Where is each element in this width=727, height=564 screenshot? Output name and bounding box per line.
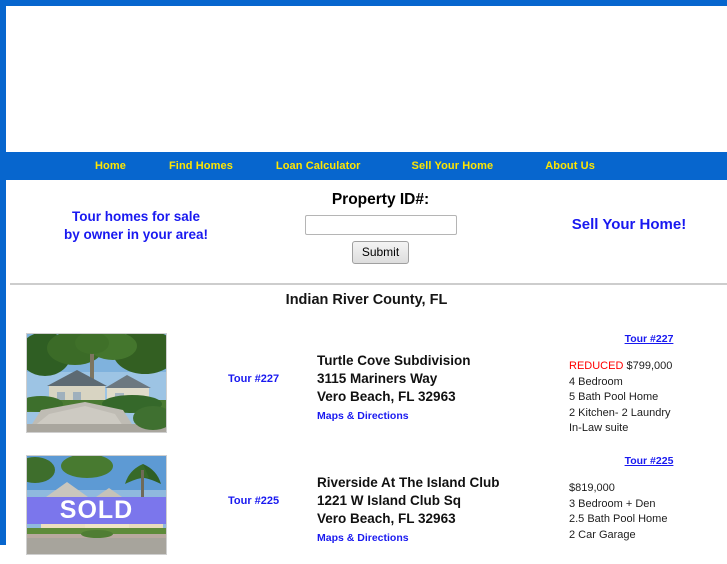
reduced-badge: REDUCED	[569, 360, 624, 372]
listing-row[interactable]: SOLD Tour #225 Riverside At The Island C…	[6, 442, 727, 564]
promo-tagline-line1: Tour homes for sale	[71, 209, 201, 224]
main-navigation: Home Find Homes Loan Calculator Sell You…	[0, 152, 727, 180]
nav-item-find-homes[interactable]: Find Homes	[169, 160, 233, 172]
promo-tagline-left: Tour homes for sale by owner in your are…	[36, 208, 236, 244]
listing-spec: In-Law suite	[569, 422, 629, 434]
listing-price-row: REDUCED $799,000	[569, 359, 727, 375]
listing-detail-column: Tour #227 REDUCED $799,000 4 Bedroom 5 B…	[569, 333, 727, 437]
listing-subdivision: Turtle Cove Subdivision	[317, 353, 471, 368]
listing-row[interactable]: Tour #227 Turtle Cove Subdivision 3115 M…	[6, 320, 727, 442]
listing-street: 1221 W Island Club Sq	[317, 493, 462, 508]
listing-spec: 5 Bath Pool Home	[569, 391, 659, 403]
section-divider	[10, 283, 727, 285]
listing-tour-number-top[interactable]: Tour #227	[569, 333, 727, 345]
listing-subdivision: Riverside At The Island Club	[317, 475, 500, 490]
county-heading: Indian River County, FL	[285, 292, 448, 308]
site-banner	[6, 6, 727, 152]
listing-photo[interactable]	[26, 333, 167, 433]
listing-spec: 2.5 Bath Pool Home	[569, 513, 668, 525]
listing-city-state-zip: Vero Beach, FL 32963	[317, 389, 456, 404]
house-photo-image	[27, 334, 166, 432]
listing-street: 3115 Mariners Way	[317, 371, 438, 386]
listing-spec: 2 Kitchen- 2 Laundry	[569, 406, 671, 419]
listing-city-state-zip: Vero Beach, FL 32963	[317, 511, 456, 526]
nav-item-about-us[interactable]: About Us	[545, 160, 595, 172]
listing-address-block: Turtle Cove Subdivision 3115 Mariners Wa…	[317, 352, 547, 424]
submit-row: Submit	[258, 235, 503, 264]
property-id-search: Property ID#: Submit	[258, 191, 503, 264]
listing-spec: 3 Bedroom + Den	[569, 497, 656, 510]
nav-items-container: Home Find Homes Loan Calculator Sell You…	[95, 152, 595, 180]
sold-label: SOLD	[59, 495, 134, 524]
listing-tour-number-middle[interactable]: Tour #225	[228, 495, 279, 507]
listing-photo[interactable]: SOLD	[26, 455, 167, 555]
nav-item-home[interactable]: Home	[95, 160, 126, 172]
listing-address-block: Riverside At The Island Club 1221 W Isla…	[317, 474, 547, 546]
property-id-label: Property ID#:	[331, 191, 430, 208]
submit-button[interactable]: Submit	[351, 241, 410, 264]
listing-spec: 4 Bedroom	[569, 375, 623, 388]
maps-and-directions-link[interactable]: Maps & Directions	[317, 410, 409, 422]
promo-sell-your-home[interactable]: Sell Your Home!	[534, 216, 724, 233]
page-root: Home Find Homes Loan Calculator Sell You…	[0, 0, 727, 555]
nav-item-loan-calculator[interactable]: Loan Calculator	[276, 160, 361, 172]
listing-tour-number-middle[interactable]: Tour #227	[228, 373, 279, 385]
sold-overlay: SOLD	[27, 495, 166, 524]
listing-detail-column: Tour #225 $819,000 3 Bedroom + Den 2.5 B…	[569, 455, 727, 543]
listing-price: $819,000	[569, 482, 615, 494]
listing-spec: 2 Car Garage	[569, 528, 636, 541]
promo-tagline-line2: by owner in your area!	[63, 227, 209, 242]
listings-container: Tour #227 Turtle Cove Subdivision 3115 M…	[6, 320, 727, 564]
listing-price: $799,000	[626, 360, 673, 372]
maps-and-directions-link[interactable]: Maps & Directions	[317, 532, 409, 544]
search-promo-band: Tour homes for sale by owner in your are…	[6, 183, 727, 283]
nav-item-sell-your-home[interactable]: Sell Your Home	[412, 160, 494, 172]
property-id-input[interactable]	[304, 215, 457, 235]
listing-tour-number-top[interactable]: Tour #225	[569, 455, 727, 467]
